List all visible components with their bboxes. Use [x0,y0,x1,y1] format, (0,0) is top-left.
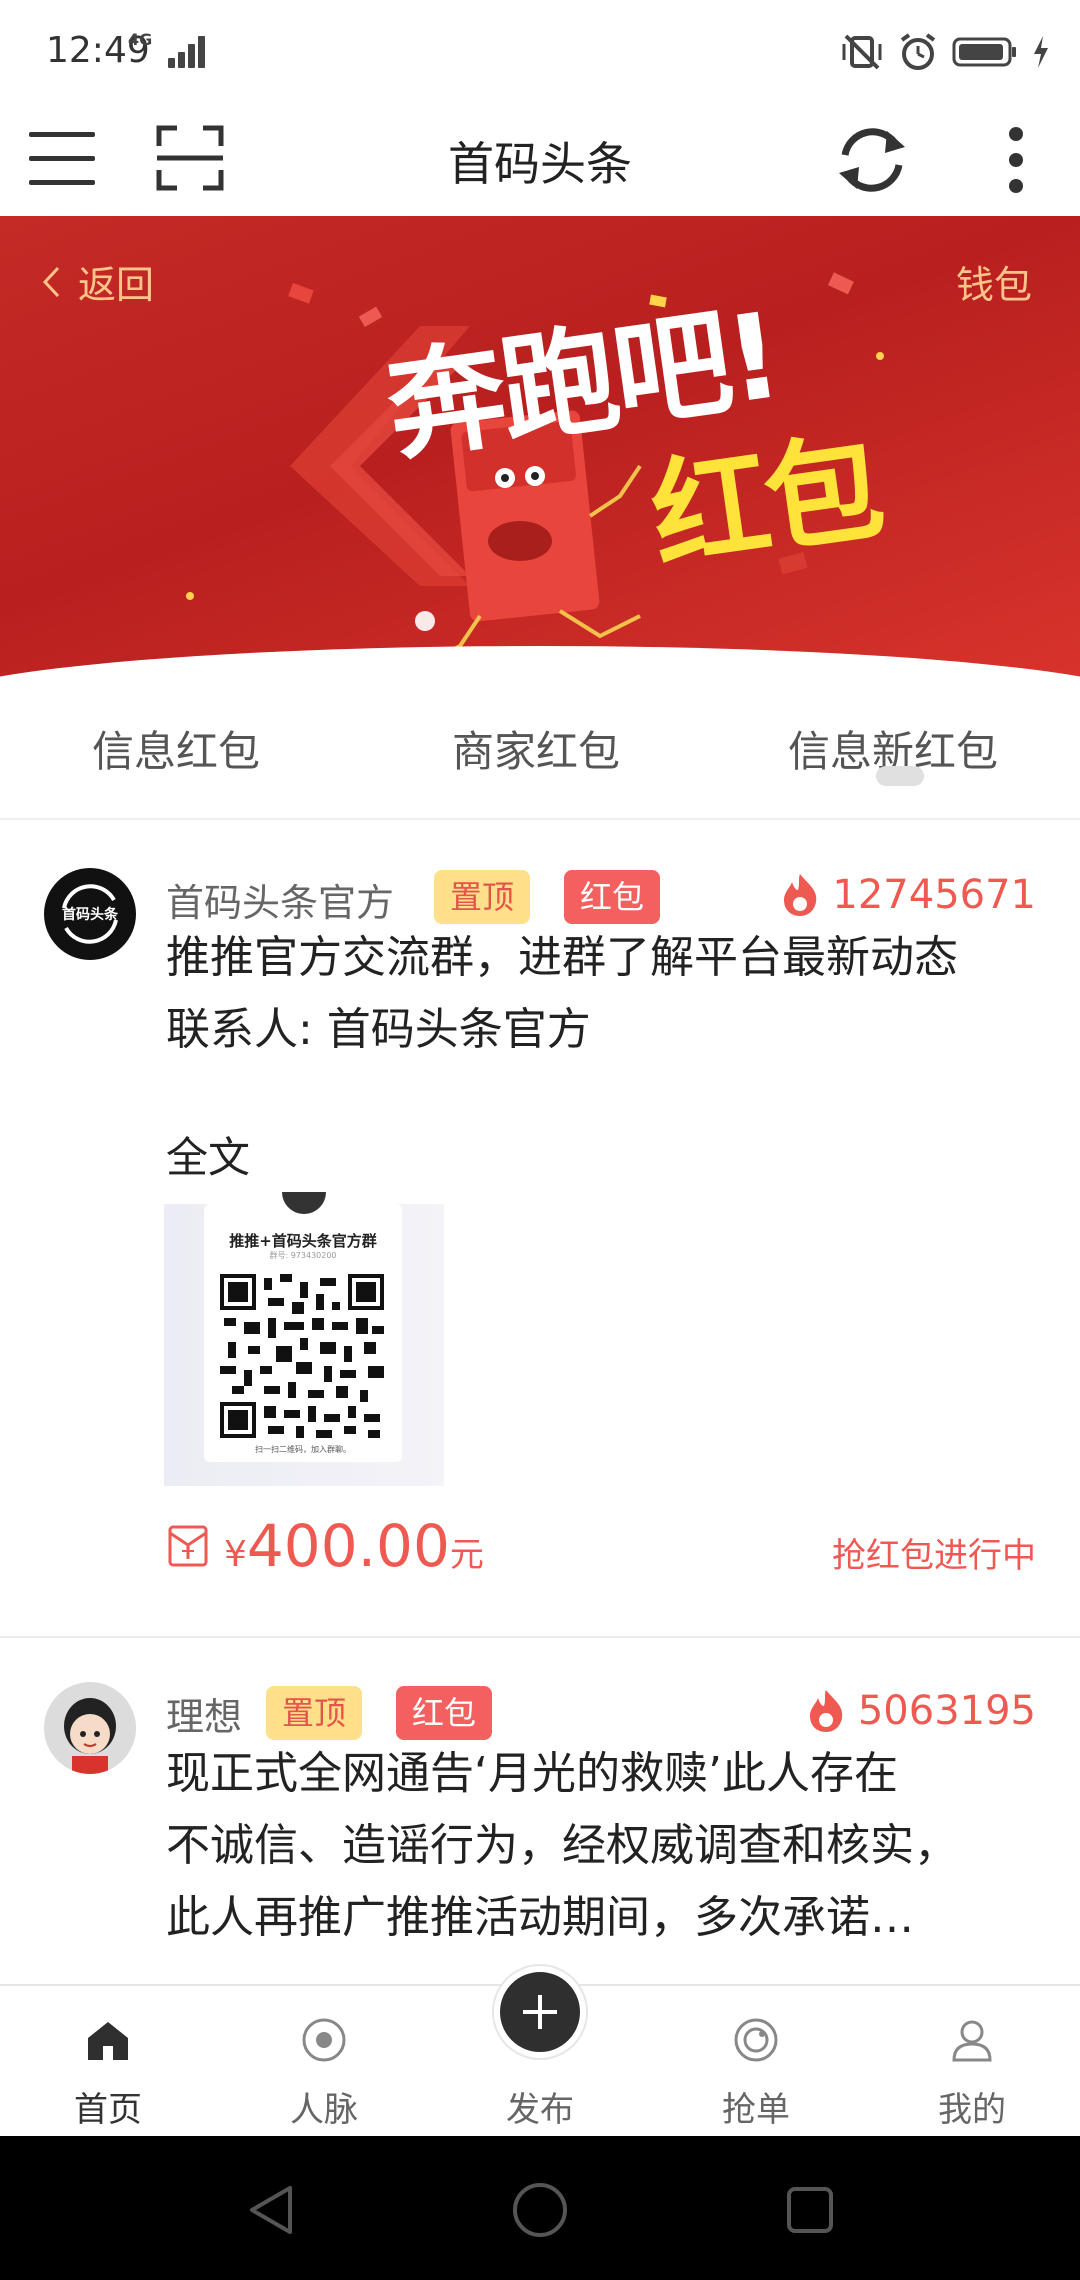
refresh-icon [839,128,905,192]
qr-card: 推推+首码头条官方群 群号: 973430200 扫一扫二维码，加入群聊。 [204,1192,402,1462]
nav-label: 发布 [506,2090,574,2130]
fulltext-link[interactable]: 全文 [166,1124,250,1185]
system-nav-bar [0,2136,1080,2280]
signal-icon [168,36,210,68]
status-icons [840,30,1050,74]
nav-home[interactable]: 首页 [0,1986,216,2138]
banner: 返回 钱包 奔跑吧! 红包 [0,216,1080,696]
wallet-button[interactable]: 钱包 [956,254,1032,309]
charging-icon [1034,36,1048,68]
contacts-icon [302,2018,346,2062]
more-button[interactable] [996,118,1036,202]
redpacket-icon [168,1525,208,1567]
banner-subheadline: 红包 [642,417,888,587]
system-home-icon[interactable] [512,2182,568,2238]
pinned-badge: 置顶 [266,1686,363,1740]
nav-profile[interactable]: 我的 [864,1986,1080,2138]
post-text: 现正式全网通告‘月光的救赎’此人存在 不诚信、造谣行为，经权威调查和核实， 此人… [166,1738,1046,1954]
amount-value: 400.00 [246,1512,450,1580]
nav-label: 人脉 [290,2090,358,2130]
nav-label: 抢单 [722,2090,790,2130]
back-button[interactable]: 返回 [42,254,154,309]
post-text-line: 现正式全网通告‘月光的救赎’此人存在 [166,1748,898,1799]
home-icon [88,2022,128,2060]
status-bar: 12:49 4G [0,0,1080,100]
post-text-line: 此人再推广推推活动期间，多次承诺… [166,1892,914,1943]
alarm-icon [900,33,936,70]
category-tabs: 信息红包 商家红包 信息新红包 [0,696,1080,820]
redpacket-badge: 红包 [396,1686,493,1740]
avatar[interactable] [44,1682,136,1774]
app-header: 首码头条 [0,100,1080,216]
pinned-badge: 置顶 [434,870,531,924]
qr-title: 推推+首码头条官方群 [229,1232,377,1250]
hot-count: 5063195 [806,1688,1036,1734]
post-text-line: 联系人: 首码头条官方 [166,1004,591,1055]
system-back-icon[interactable] [246,2184,296,2236]
hot-count-value: 5063195 [857,1688,1036,1734]
qr-group-number: 群号: 973430200 [269,1251,337,1260]
avatar[interactable]: 首码头条 [44,868,136,960]
plus-icon [523,1995,557,2029]
nav-label: 首页 [74,2090,142,2130]
page-title: 首码头条 [448,137,632,191]
currency-symbol: ¥ [224,1534,247,1575]
tab-merchant-redpacket[interactable]: 商家红包 [452,718,620,779]
nav-contacts[interactable]: 人脉 [216,1986,432,2138]
avatar-text: 首码头条 [62,907,118,923]
nav-grab-order[interactable]: 抢单 [648,1986,864,2138]
post-text-line: 推推官方交流群，进群了解平台最新动态 [166,932,958,983]
system-recents-icon[interactable] [786,2186,834,2234]
network-type: 4G [128,30,153,49]
redpacket-status: 抢红包进行中 [832,1536,1036,1576]
refresh-button[interactable] [830,118,914,202]
redpacket-badge: 红包 [564,870,661,924]
post-image[interactable]: 推推+首码头条官方群 群号: 973430200 扫一扫二维码，加入群聊。 [164,1192,444,1486]
amount-unit: 元 [449,1535,484,1575]
grab-order-icon [734,2018,778,2062]
hot-count: 12745671 [780,872,1036,918]
post-text-line: 不诚信、造谣行为，经权威调查和核实， [166,1820,958,1871]
fire-icon [809,1690,843,1732]
qr-code-icon [220,1274,384,1438]
author-name[interactable]: 理想 [166,1686,242,1741]
tab-info-redpacket[interactable]: 信息红包 [92,718,260,779]
back-label: 返回 [78,263,155,307]
redpacket-amount: ¥ 400.00 元 [166,1512,484,1580]
vibrate-mute-icon [842,34,882,70]
tab-indicator [876,766,924,786]
nav-label: 我的 [938,2090,1006,2130]
cartoon-avatar-icon [44,1682,136,1774]
post-text: 推推官方交流群，进群了解平台最新动态 联系人: 首码头条官方 [166,922,1046,1066]
fire-icon [784,874,817,916]
more-vertical-icon [1009,127,1023,193]
profile-icon [952,2020,992,2062]
battery-icon [952,37,1016,67]
publish-button[interactable] [494,1966,586,2058]
post-card[interactable]: 理想 置顶 红包 5063195 现正式全网通告‘月光的救赎’此人存在 不诚信、… [0,1638,1080,1984]
hot-count-value: 12745671 [832,872,1036,918]
author-name[interactable]: 首码头条官方 [166,872,394,927]
chevron-left-icon [42,266,60,297]
qr-footer: 扫一扫二维码，加入群聊。 [255,1445,351,1454]
qr-top-dot [282,1192,326,1214]
post-card[interactable]: 首码头条 首码头条官方 置顶 红包 12745671 推推官方交流群，进群了解平… [0,822,1080,1636]
